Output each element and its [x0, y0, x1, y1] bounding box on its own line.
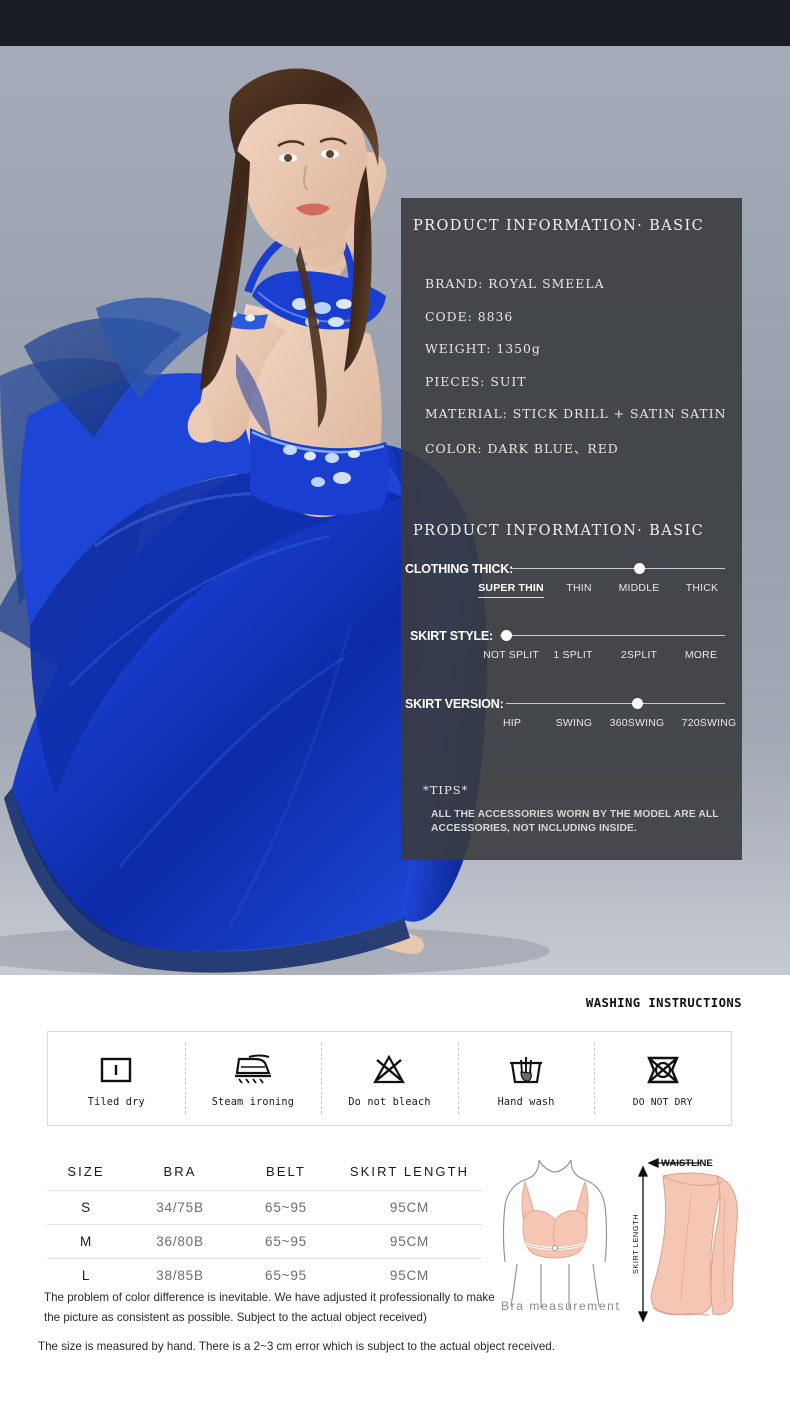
size-chart-table: SIZE BRA BELT SKIRT LENGTH S 34/75B 65~9… — [47, 1155, 482, 1292]
product-information-panel: PRODUCT INFORMATION· BASIC BRAND: ROYAL … — [401, 198, 742, 860]
column-header-skirt-length: SKIRT LENGTH — [349, 1164, 470, 1179]
slider-tick-thick[interactable]: THICK — [686, 582, 719, 594]
tips-body: ALL THE ACCESSORIES WORN BY THE MODEL AR… — [431, 809, 719, 835]
cell-bra: 34/75B — [125, 1190, 235, 1225]
spec-weight: WEIGHT: 1350g — [425, 341, 541, 356]
care-item-tiled-dry: Tiled dry — [48, 1032, 185, 1125]
slider-tick-thin[interactable]: THIN — [566, 582, 591, 594]
care-label-hand-wash: Hand wash — [497, 1096, 555, 1108]
slider-tick-1-split[interactable]: 1 SPLIT — [553, 649, 592, 661]
table-row: S 34/75B 65~95 95CM — [47, 1190, 482, 1225]
care-instruction-box: Tiled dry Steam ironing Do not bleach Ha… — [47, 1031, 732, 1126]
slider-label-skirt-style: SKIRT STYLE: — [410, 629, 494, 643]
column-header-size: SIZE — [67, 1164, 105, 1179]
table-row: L 38/85B 65~95 95CM — [47, 1258, 482, 1292]
spec-color: COLOR: DARK BLUE、RED — [425, 440, 619, 456]
care-item-do-not-dry: DO NOT DRY — [594, 1032, 731, 1125]
slider-handle-skirt-version[interactable] — [632, 698, 643, 709]
cell-skirt-length: 95CM — [337, 1258, 482, 1292]
slider-label-clothing-thick: CLOTHING THICK: — [405, 562, 514, 576]
slider-track-clothing-thick[interactable] — [510, 568, 725, 569]
washing-instructions-title: WASHING INSTRUCTIONS — [585, 996, 742, 1010]
tiled-dry-icon — [99, 1050, 133, 1090]
slider-label-skirt-version: SKIRT VERSION: — [405, 697, 504, 711]
slider-handle-clothing-thick[interactable] — [634, 563, 645, 574]
slider-tick-2-split[interactable]: 2SPLIT — [621, 649, 657, 661]
cell-skirt-length: 95CM — [337, 1190, 482, 1225]
care-item-do-not-bleach: Do not bleach — [321, 1032, 458, 1125]
column-header-belt: BELT — [266, 1164, 306, 1179]
care-label-steam-ironing: Steam ironing — [211, 1096, 295, 1108]
hand-wash-icon — [508, 1050, 544, 1090]
do-not-bleach-icon — [372, 1050, 406, 1090]
skirt-length-arrow — [637, 1165, 649, 1323]
care-label-tiled-dry: Tiled dry — [87, 1096, 145, 1108]
cell-bra: 38/85B — [125, 1258, 235, 1292]
care-label-do-not-bleach: Do not bleach — [348, 1096, 431, 1108]
spec-list: BRAND: ROYAL SMEELA CODE: 8836 WEIGHT: 1… — [425, 276, 745, 474]
tips-title: *TIPS* — [423, 783, 469, 797]
panel-title-basic: PRODUCT INFORMATION· BASIC — [413, 218, 705, 234]
slider-tick-720swing[interactable]: 720SWING — [682, 717, 737, 729]
care-item-steam-ironing: Steam ironing — [184, 1032, 322, 1125]
panel-title-spec: PRODUCT INFORMATION· BASIC — [413, 523, 705, 539]
product-detail-page: PRODUCT INFORMATION· BASIC BRAND: ROYAL … — [0, 0, 790, 1412]
slider-tick-360swing[interactable]: 360SWING — [610, 717, 665, 729]
cell-bra: 36/80B — [125, 1224, 235, 1259]
cell-size: L — [47, 1258, 125, 1292]
cell-size: S — [47, 1190, 125, 1225]
steam-ironing-icon — [231, 1050, 275, 1090]
cell-size: M — [47, 1224, 125, 1259]
care-label-do-not-dry: DO NOT DRY — [632, 1096, 693, 1108]
measurement-diagrams: SKIRT LENGTH WAISTLINE Bra measurement — [495, 1152, 755, 1327]
slider-track-skirt-version[interactable] — [506, 703, 725, 704]
table-header-row: SIZE BRA BELT SKIRT LENGTH — [47, 1155, 482, 1191]
top-dark-band — [0, 0, 790, 46]
slider-tick-super-thin[interactable]: SUPER THIN — [478, 582, 544, 598]
slider-tick-swing[interactable]: SWING — [556, 717, 593, 729]
cell-belt: 65~95 — [235, 1190, 337, 1225]
spec-code: CODE: 8836 — [425, 308, 514, 324]
slider-handle-skirt-style[interactable] — [501, 630, 512, 641]
cell-belt: 65~95 — [235, 1258, 337, 1292]
size-measurement-note: The size is measured by hand. There is a… — [38, 1340, 555, 1353]
skirt-length-diagram — [650, 1172, 738, 1316]
care-item-hand-wash: Hand wash — [457, 1032, 595, 1125]
waistline-label: WAISTLINE — [661, 1158, 713, 1169]
slider-tick-middle[interactable]: MIDDLE — [619, 582, 660, 594]
slider-tick-hip[interactable]: HIP — [503, 717, 521, 729]
spec-material: MATERIAL: STICK DRILL + SATIN SATIN — [425, 406, 727, 421]
spec-brand: BRAND: ROYAL SMEELA — [425, 276, 605, 291]
slider-track-skirt-style[interactable] — [500, 635, 725, 636]
spec-pieces: PIECES: SUIT — [425, 373, 527, 389]
column-header-bra: BRA — [163, 1164, 197, 1179]
slider-tick-not-split[interactable]: NOT SPLIT — [483, 649, 539, 661]
do-not-tumble-dry-icon — [645, 1050, 681, 1090]
color-difference-note: The problem of color difference is inevi… — [44, 1291, 495, 1325]
skirt-length-label: SKIRT LENGTH — [631, 1214, 640, 1274]
bra-measurement-caption: Bra measurement — [501, 1299, 621, 1313]
cell-belt: 65~95 — [235, 1224, 337, 1259]
table-row: M 36/80B 65~95 95CM — [47, 1224, 482, 1259]
cell-skirt-length: 95CM — [337, 1224, 482, 1259]
slider-tick-more[interactable]: MORE — [685, 649, 717, 661]
